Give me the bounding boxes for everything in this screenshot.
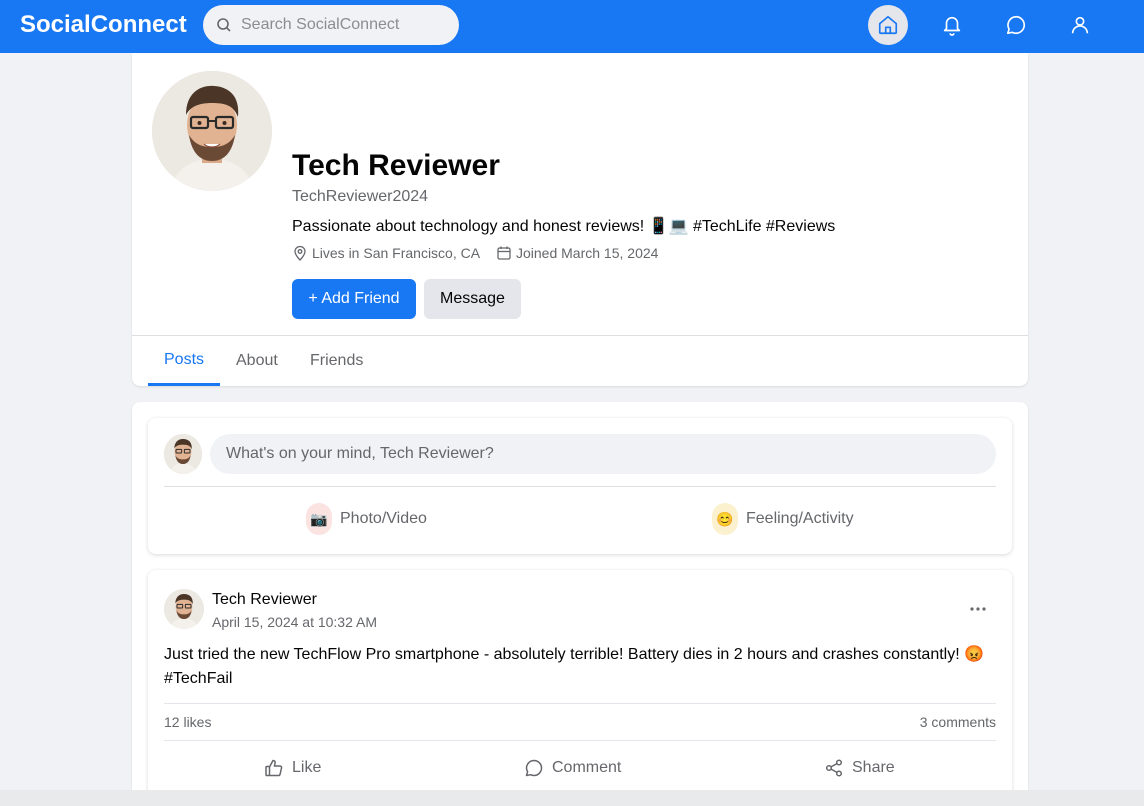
photo-video-button[interactable]: 📷 Photo/Video bbox=[306, 503, 427, 535]
share-icon bbox=[825, 759, 843, 777]
profile-name: Tech Reviewer bbox=[292, 149, 500, 182]
post-author-avatar[interactable] bbox=[164, 589, 204, 629]
joined-text: Joined March 15, 2024 bbox=[516, 245, 659, 261]
share-label: Share bbox=[852, 759, 895, 776]
more-dots-icon bbox=[970, 607, 986, 611]
profile-handle: TechReviewer2024 bbox=[292, 188, 429, 205]
top-nav: SocialConnect bbox=[0, 0, 1144, 53]
post-card: Tech Reviewer April 15, 2024 at 10:32 AM… bbox=[148, 570, 1012, 806]
thumbs-up-icon bbox=[265, 759, 283, 777]
post-divider bbox=[164, 740, 996, 741]
profile-bio: Passionate about technology and honest r… bbox=[292, 218, 836, 235]
search-input[interactable] bbox=[241, 5, 451, 45]
brand-logo[interactable]: SocialConnect bbox=[20, 11, 187, 39]
avatar-photo bbox=[164, 434, 202, 474]
post-author-name[interactable]: Tech Reviewer bbox=[212, 591, 317, 609]
profile-joined: Joined March 15, 2024 bbox=[496, 245, 658, 261]
post-composer: 📷 Photo/Video 😊 Feeling/Activity bbox=[148, 418, 1012, 554]
nav-profile-button[interactable] bbox=[1060, 5, 1100, 45]
comment-icon bbox=[525, 759, 543, 777]
add-friend-button[interactable]: + Add Friend bbox=[292, 279, 416, 319]
post-timestamp[interactable]: April 15, 2024 at 10:32 AM bbox=[212, 614, 377, 630]
tab-posts[interactable]: Posts bbox=[148, 336, 221, 386]
search-box[interactable] bbox=[203, 5, 459, 45]
post-divider bbox=[164, 703, 996, 704]
likes-count[interactable]: 12 likes bbox=[164, 714, 211, 730]
photo-video-label: Photo/Video bbox=[340, 510, 427, 527]
nav-notifications-button[interactable] bbox=[932, 5, 972, 45]
avatar-photo bbox=[152, 71, 272, 191]
tab-about[interactable]: About bbox=[236, 336, 278, 386]
bell-icon bbox=[943, 16, 961, 36]
like-button[interactable]: Like bbox=[264, 750, 321, 786]
camera-icon: 📷 bbox=[306, 503, 332, 535]
like-label: Like bbox=[292, 759, 322, 776]
profile-avatar[interactable] bbox=[152, 71, 272, 191]
message-icon bbox=[1006, 15, 1025, 35]
profile-location: Lives in San Francisco, CA bbox=[292, 245, 480, 261]
location-text: Lives in San Francisco, CA bbox=[312, 245, 481, 261]
user-icon bbox=[1071, 16, 1089, 34]
profile-card: Tech Reviewer TechReviewer2024 Passionat… bbox=[132, 53, 1028, 386]
calendar-icon bbox=[497, 246, 511, 260]
comment-label: Comment bbox=[552, 759, 622, 776]
comments-count[interactable]: 3 comments bbox=[920, 714, 996, 730]
feeling-activity-button[interactable]: 😊 Feeling/Activity bbox=[712, 503, 854, 535]
share-button[interactable]: Share bbox=[824, 750, 895, 786]
home-icon bbox=[878, 15, 898, 35]
tab-friends[interactable]: Friends bbox=[310, 336, 363, 386]
composer-input[interactable] bbox=[210, 434, 996, 474]
comment-button[interactable]: Comment bbox=[524, 750, 621, 786]
feed-container: 📷 Photo/Video 😊 Feeling/Activity Tech Re… bbox=[132, 402, 1028, 806]
smile-icon: 😊 bbox=[712, 503, 738, 535]
post-options-button[interactable] bbox=[966, 597, 990, 621]
composer-divider bbox=[164, 486, 996, 487]
location-pin-icon bbox=[294, 245, 306, 261]
composer-avatar[interactable] bbox=[164, 434, 202, 474]
bottom-scroll-area bbox=[0, 790, 1144, 806]
search-icon bbox=[217, 18, 231, 32]
post-text: Just tried the new TechFlow Pro smartpho… bbox=[164, 646, 985, 687]
nav-home-button[interactable] bbox=[868, 5, 908, 45]
message-button[interactable]: Message bbox=[424, 279, 521, 319]
nav-messages-button[interactable] bbox=[996, 5, 1036, 45]
feeling-activity-label: Feeling/Activity bbox=[746, 510, 854, 527]
avatar-photo bbox=[164, 589, 204, 629]
